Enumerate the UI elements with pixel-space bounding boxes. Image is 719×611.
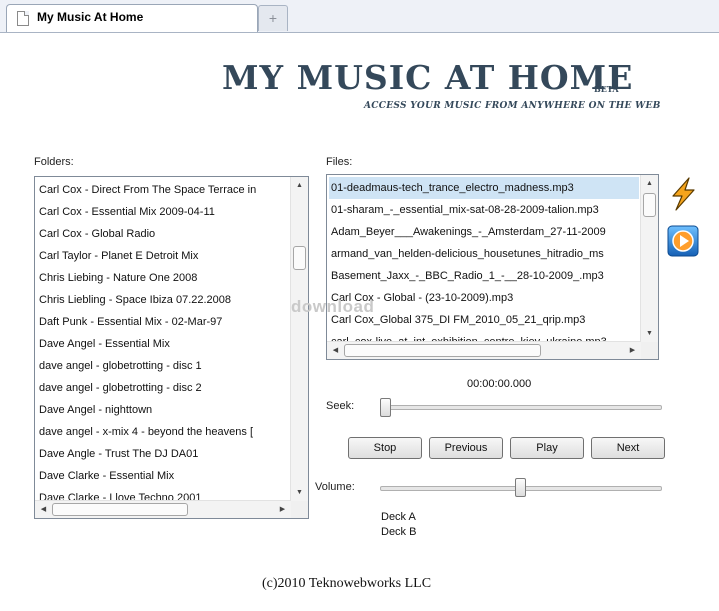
folders-list[interactable]: Carl Cox - Direct From The Space Terrace… bbox=[34, 176, 309, 519]
folders-list-item[interactable]: Chris Liebling - Space Ibiza 07.22.2008 bbox=[35, 289, 291, 311]
download-watermark: download bbox=[291, 297, 375, 316]
play-button[interactable]: Play bbox=[510, 437, 584, 459]
scroll-right-arrow-icon[interactable]: ▶ bbox=[624, 342, 641, 359]
seek-slider-thumb[interactable] bbox=[380, 398, 391, 417]
files-label: Files: bbox=[326, 156, 353, 168]
folders-list-items: Carl Cox - Direct From The Space Terrace… bbox=[35, 179, 291, 501]
folders-list-item[interactable]: dave angel - globetrotting - disc 1 bbox=[35, 355, 291, 377]
beta-badge: BETA bbox=[594, 84, 619, 94]
scroll-right-arrow-icon[interactable]: ▶ bbox=[274, 501, 291, 518]
next-button[interactable]: Next bbox=[591, 437, 665, 459]
files-list-item[interactable]: 01-sharam_-_essential_mix-sat-08-28-2009… bbox=[327, 199, 641, 221]
scroll-down-arrow-icon[interactable]: ▼ bbox=[641, 325, 658, 342]
folders-list-item[interactable]: Carl Cox - Direct From The Space Terrace… bbox=[35, 179, 291, 201]
footer-copyright: (c)2010 Teknowebworks LLC bbox=[262, 576, 432, 591]
files-vertical-scroll-thumb[interactable] bbox=[643, 193, 656, 217]
volume-label: Volume: bbox=[315, 481, 355, 493]
browser-tab-strip: My Music At Home + bbox=[0, 0, 719, 33]
files-vertical-scrollbar[interactable]: ▲ ▼ bbox=[640, 175, 658, 342]
windows-media-player-icon[interactable] bbox=[666, 224, 700, 258]
previous-button[interactable]: Previous bbox=[429, 437, 503, 459]
folders-list-item[interactable]: Dave Angle - Trust The DJ DA01 bbox=[35, 443, 291, 465]
page-icon bbox=[17, 11, 29, 26]
folders-vertical-scroll-thumb[interactable] bbox=[293, 246, 306, 270]
files-list-item[interactable]: armand_van_helden-delicious_housetunes_h… bbox=[327, 243, 641, 265]
folders-list-item[interactable]: Daft Punk - Essential Mix - 02-Mar-97 bbox=[35, 311, 291, 333]
scroll-down-arrow-icon[interactable]: ▼ bbox=[291, 484, 308, 501]
files-list[interactable]: 01-deadmaus-tech_trance_electro_madness.… bbox=[326, 174, 659, 360]
tab-title: My Music At Home bbox=[37, 10, 144, 24]
folders-list-item[interactable]: Dave Angel - Essential Mix bbox=[35, 333, 291, 355]
scroll-left-arrow-icon[interactable]: ◀ bbox=[327, 342, 344, 359]
scroll-corner bbox=[291, 501, 308, 518]
folders-list-item[interactable]: dave angel - globetrotting - disc 2 bbox=[35, 377, 291, 399]
folders-horizontal-scroll-thumb[interactable] bbox=[52, 503, 188, 516]
files-horizontal-scroll-thumb[interactable] bbox=[344, 344, 541, 357]
volume-slider-thumb[interactable] bbox=[515, 478, 526, 497]
site-tagline: ACCESS YOUR MUSIC FROM ANYWHERE ON THE W… bbox=[364, 101, 661, 111]
winamp-icon[interactable] bbox=[665, 176, 701, 212]
seek-slider-track[interactable] bbox=[380, 405, 662, 410]
files-list-item[interactable]: Adam_Beyer___Awakenings_-_Amsterdam_27-1… bbox=[327, 221, 641, 243]
scroll-corner bbox=[641, 342, 658, 359]
folders-list-item[interactable]: Dave Clarke - I love Techno 2001 bbox=[35, 487, 291, 501]
time-display: 00:00:00.000 bbox=[467, 378, 532, 390]
stop-button[interactable]: Stop bbox=[348, 437, 422, 459]
folders-list-item[interactable]: Carl Cox - Essential Mix 2009-04-11 bbox=[35, 201, 291, 223]
browser-tab[interactable]: My Music At Home bbox=[6, 4, 258, 32]
folders-label: Folders: bbox=[34, 156, 74, 168]
folders-vertical-scrollbar[interactable]: ▲ ▼ bbox=[290, 177, 308, 501]
files-list-item[interactable]: Basement_Jaxx_-_BBC_Radio_1_-__28-10-200… bbox=[327, 265, 641, 287]
scroll-up-arrow-icon[interactable]: ▲ bbox=[291, 177, 308, 194]
files-list-items: 01-deadmaus-tech_trance_electro_madness.… bbox=[327, 177, 641, 342]
folders-list-item[interactable]: Dave Clarke - Essential Mix bbox=[35, 465, 291, 487]
seek-label: Seek: bbox=[326, 400, 355, 412]
new-tab-button[interactable]: + bbox=[258, 5, 288, 31]
folders-list-item[interactable]: Dave Angel - nighttown bbox=[35, 399, 291, 421]
deck-a-label: Deck A bbox=[381, 511, 416, 523]
site-title: MY MUSIC AT HOME bbox=[222, 58, 634, 97]
scroll-up-arrow-icon[interactable]: ▲ bbox=[641, 175, 658, 192]
folders-horizontal-scrollbar[interactable]: ◀ ▶ bbox=[35, 500, 291, 518]
folders-list-item[interactable]: Carl Taylor - Planet E Detroit Mix bbox=[35, 245, 291, 267]
folders-list-item[interactable]: Carl Cox - Global Radio bbox=[35, 223, 291, 245]
scroll-left-arrow-icon[interactable]: ◀ bbox=[35, 501, 52, 518]
files-list-item[interactable]: 01-deadmaus-tech_trance_electro_madness.… bbox=[329, 177, 639, 199]
files-horizontal-scrollbar[interactable]: ◀ ▶ bbox=[327, 341, 641, 359]
deck-b-label: Deck B bbox=[381, 526, 417, 538]
folders-list-item[interactable]: dave angel - x-mix 4 - beyond the heaven… bbox=[35, 421, 291, 443]
folders-list-item[interactable]: Chris Liebing - Nature One 2008 bbox=[35, 267, 291, 289]
